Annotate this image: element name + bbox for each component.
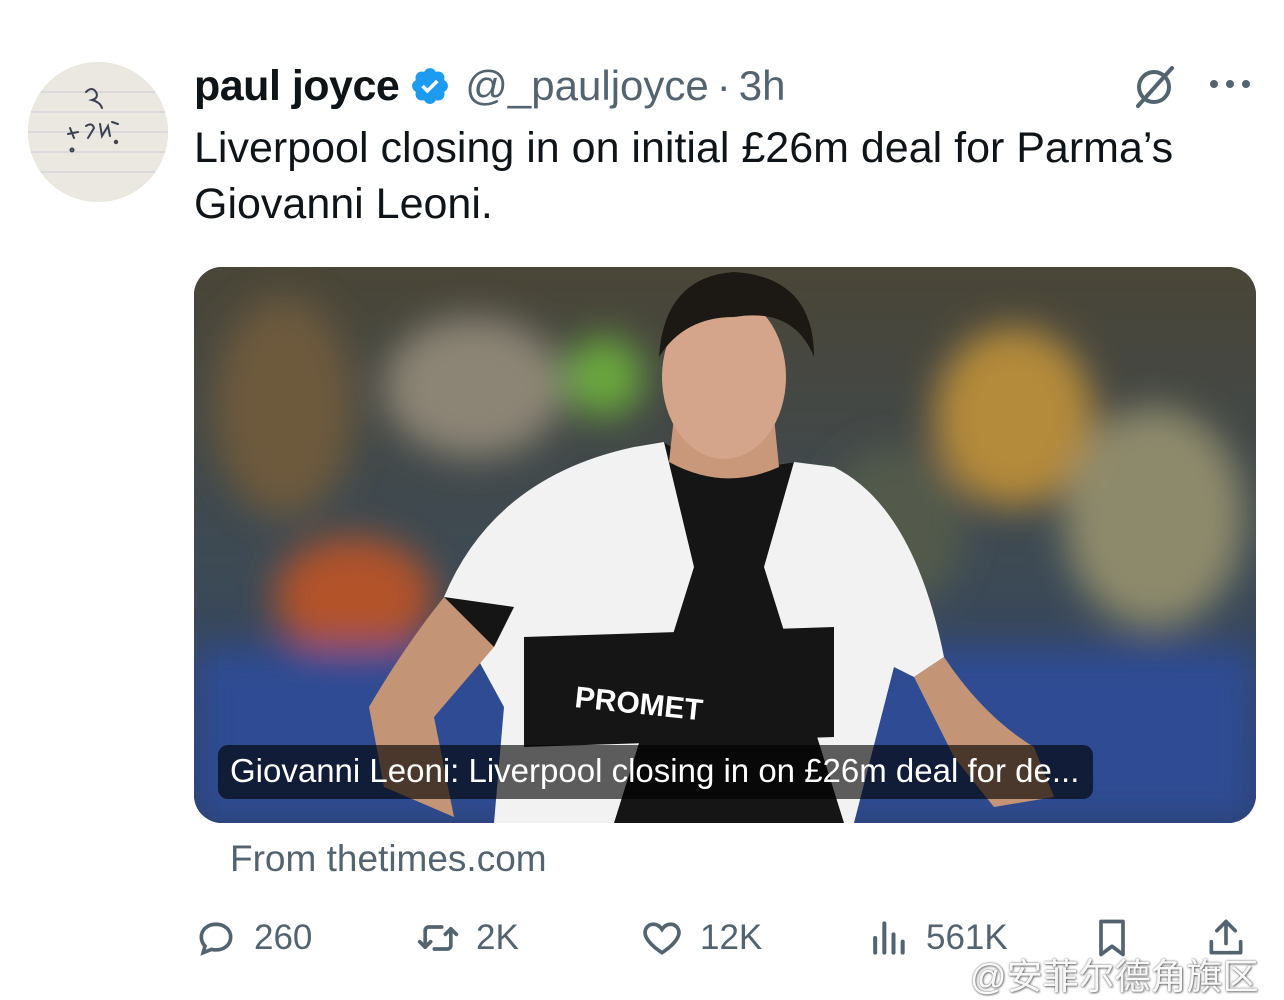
heart-icon — [643, 922, 681, 955]
card-caption: Giovanni Leoni: Liverpool closing in on … — [218, 745, 1094, 799]
like-button[interactable]: 12K — [640, 908, 762, 968]
avatar[interactable] — [28, 62, 168, 202]
link-card[interactable]: PROMET Giovanni Leoni: Liverpool closing… — [194, 267, 1256, 823]
verified-badge-icon — [412, 68, 449, 104]
reply-count: 260 — [254, 918, 313, 957]
author-name[interactable]: paul joyce — [194, 62, 400, 111]
repost-count: 2K — [476, 918, 519, 957]
repost-icon — [417, 925, 459, 951]
repost-button[interactable]: 2K — [416, 908, 519, 968]
reply-button[interactable]: 260 — [194, 908, 312, 968]
card-image: PROMET — [194, 267, 1256, 823]
author-handle[interactable]: @_pauljoyce — [465, 62, 708, 110]
tweet-header: paul joyce @_pauljoyce · 3h — [194, 58, 785, 114]
card-source[interactable]: From thetimes.com — [230, 838, 547, 880]
more-icon[interactable] — [1204, 62, 1256, 106]
grok-icon[interactable] — [1128, 62, 1180, 110]
timestamp[interactable]: 3h — [739, 62, 786, 110]
separator-dot: · — [716, 62, 731, 109]
tweet-text: Liverpool closing in on initial £26m dea… — [194, 124, 1174, 228]
views-icon — [873, 921, 905, 955]
reply-icon — [199, 922, 233, 956]
like-count: 12K — [700, 918, 763, 957]
watermark: @安菲尔德角旗区 — [970, 956, 1259, 997]
